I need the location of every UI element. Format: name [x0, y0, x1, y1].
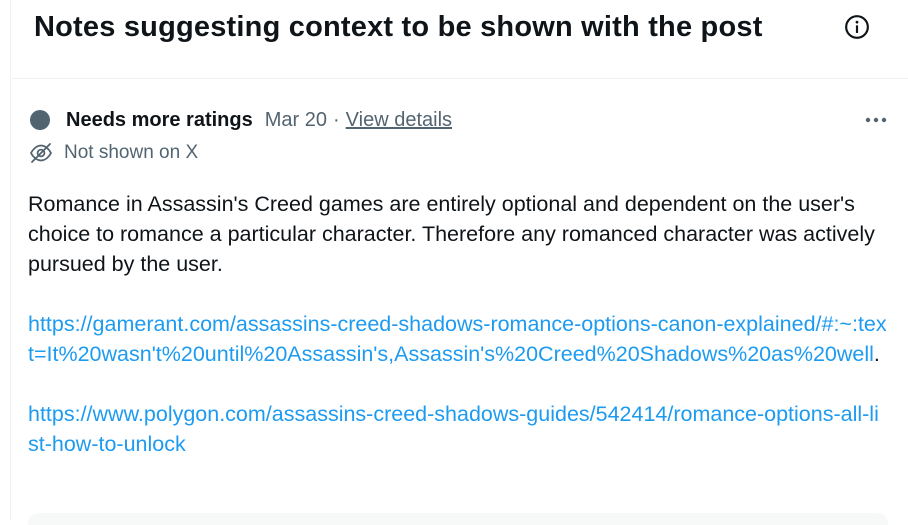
more-options-button[interactable] — [862, 110, 890, 130]
visibility-text: Not shown on X — [64, 142, 198, 164]
status-dot-icon — [30, 110, 50, 130]
view-details-link[interactable]: View details — [346, 109, 452, 132]
link-suffix: . — [874, 342, 880, 366]
note-body: Romance in Assassin's Creed games are en… — [28, 189, 888, 459]
note-link-paragraph: https://www.polygon.com/assassins-creed-… — [28, 399, 888, 459]
rating-panel — [28, 513, 888, 525]
note-link-paragraph: https://gamerant.com/assassins-creed-sha… — [28, 309, 888, 369]
info-circle-icon — [844, 14, 870, 40]
separator: · — [333, 109, 340, 132]
paragraph-gap — [28, 279, 888, 309]
eye-off-icon — [29, 141, 53, 165]
note-status-row: Needs more ratings Mar 20 · View details — [30, 107, 452, 133]
status-label: Needs more ratings — [66, 109, 253, 132]
source-link-polygon[interactable]: https://www.polygon.com/assassins-creed-… — [28, 402, 879, 456]
paragraph-gap — [28, 369, 888, 399]
notes-header: Notes suggesting context to be shown wit… — [10, 0, 908, 79]
page-title: Notes suggesting context to be shown wit… — [34, 11, 763, 44]
source-link-gamerant[interactable]: https://gamerant.com/assassins-creed-sha… — [28, 312, 887, 366]
note-text: Romance in Assassin's Creed games are en… — [28, 189, 888, 279]
more-horizontal-icon — [864, 116, 888, 124]
info-button[interactable] — [843, 13, 871, 41]
note-date: Mar 20 — [265, 109, 327, 132]
community-note: Needs more ratings Mar 20 · View details… — [10, 80, 908, 521]
visibility-row: Not shown on X — [29, 140, 198, 166]
